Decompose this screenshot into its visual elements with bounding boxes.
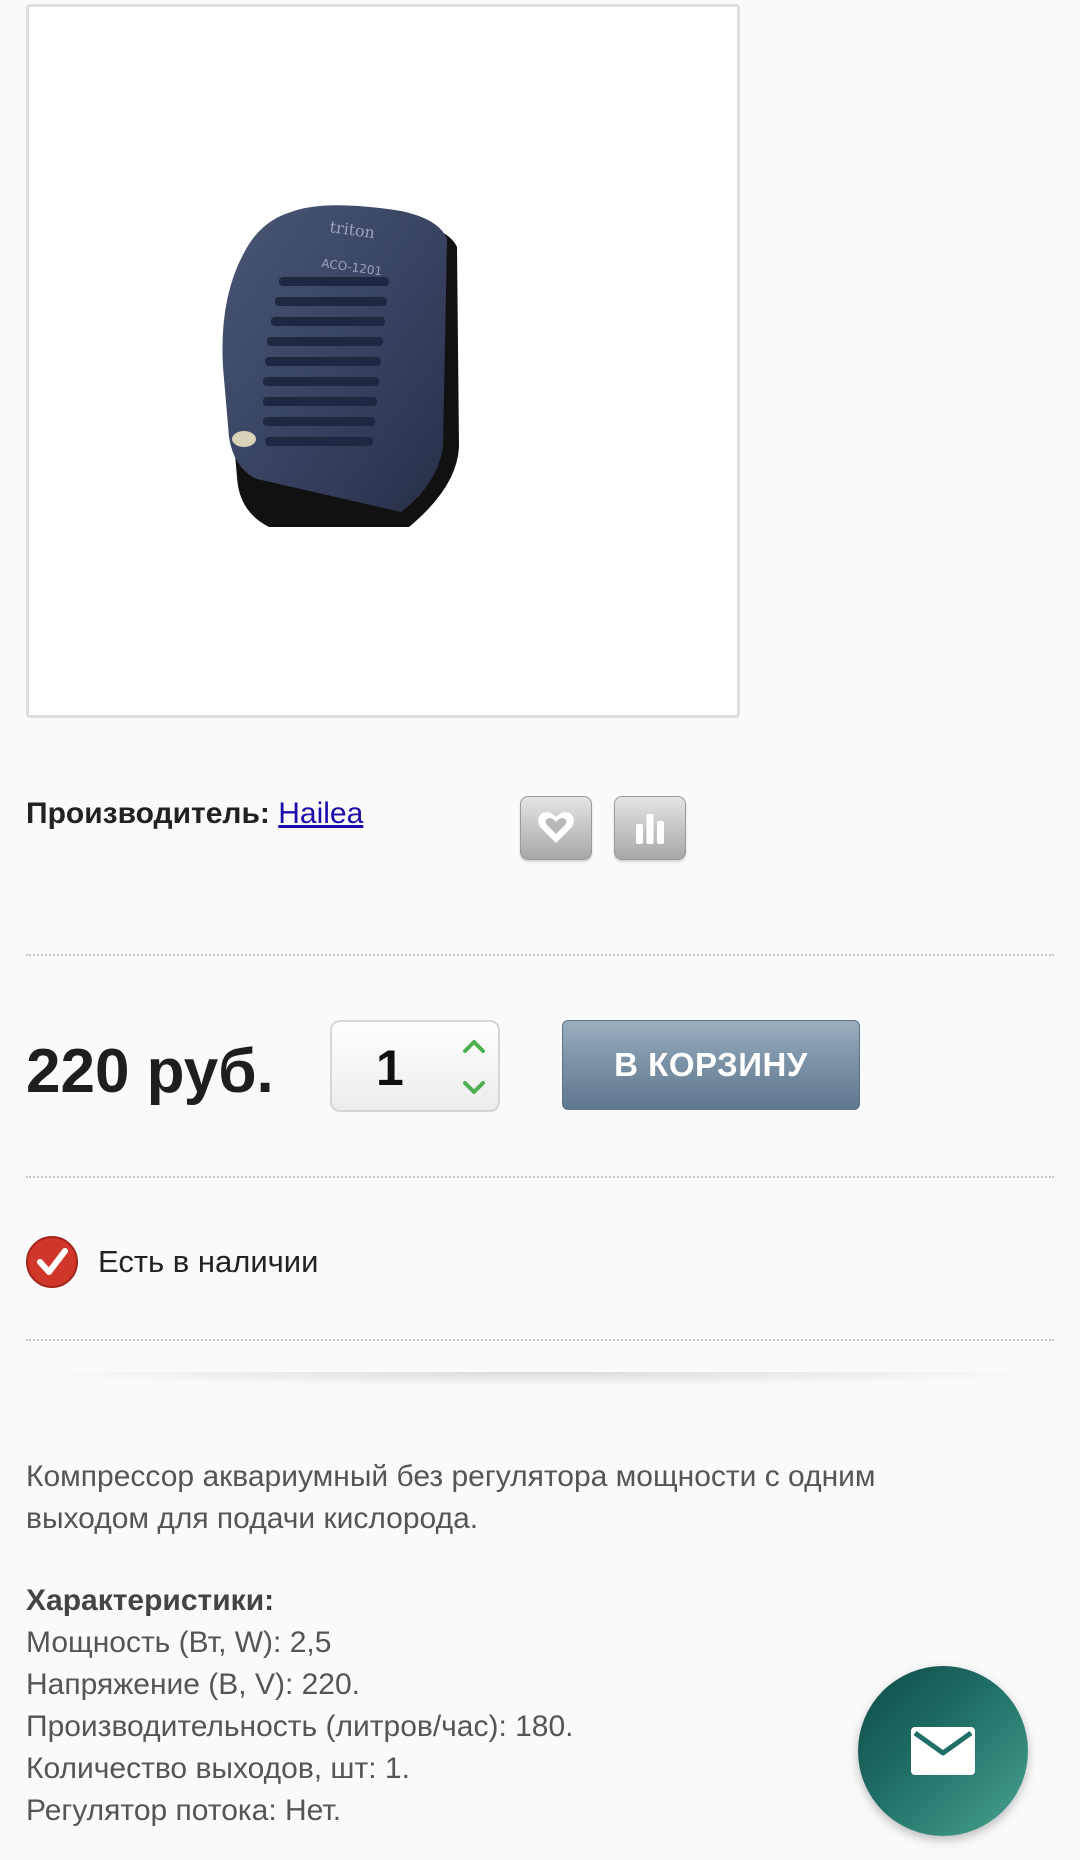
heart-icon — [538, 812, 574, 843]
quantity-stepper[interactable]: 1 — [330, 1020, 500, 1112]
availability: Есть в наличии — [26, 1236, 318, 1288]
description-line: Компрессор аквариумный без регулятора мо… — [26, 1460, 876, 1493]
specs-heading: Характеристики: — [26, 1584, 275, 1617]
price: 220 руб. — [26, 1037, 274, 1106]
check-badge-icon — [26, 1236, 78, 1288]
contact-button[interactable] — [858, 1666, 1028, 1836]
section-shadow — [26, 1372, 1054, 1386]
description-line: выходом для подачи кислорода. — [26, 1502, 479, 1535]
wishlist-button[interactable] — [520, 796, 592, 860]
chevron-up-icon[interactable] — [462, 1036, 486, 1056]
availability-text: Есть в наличии — [98, 1244, 319, 1279]
manufacturer-link[interactable]: Hailea — [278, 797, 363, 830]
spec-item: Количество выходов, шт: 1. — [26, 1752, 410, 1785]
spec-item: Регулятор потока: Нет. — [26, 1794, 342, 1827]
product-image[interactable]: triton ACO-1201 — [26, 4, 740, 718]
add-to-cart-button[interactable]: В КОРЗИНУ — [562, 1020, 860, 1110]
compare-button[interactable] — [614, 796, 686, 860]
spec-item: Мощность (Вт, W): 2,5 — [26, 1626, 332, 1659]
divider — [26, 1176, 1054, 1178]
quantity-value[interactable]: 1 — [376, 1040, 404, 1096]
manufacturer: Производитель: Hailea — [26, 796, 363, 832]
product-description: Компрессор аквариумный без регулятора мо… — [26, 1456, 1026, 1540]
spec-item: Напряжение (В, V): 220. — [26, 1668, 361, 1701]
bar-chart-icon — [636, 814, 664, 844]
envelope-icon — [911, 1727, 975, 1775]
chevron-down-icon[interactable] — [462, 1078, 486, 1098]
divider — [26, 1339, 1054, 1341]
specifications: Характеристики: Мощность (Вт, W): 2,5 На… — [26, 1580, 574, 1832]
spec-item: Производительность (литров/час): 180. — [26, 1710, 574, 1743]
manufacturer-label: Производитель: — [26, 797, 270, 830]
divider — [26, 954, 1054, 956]
